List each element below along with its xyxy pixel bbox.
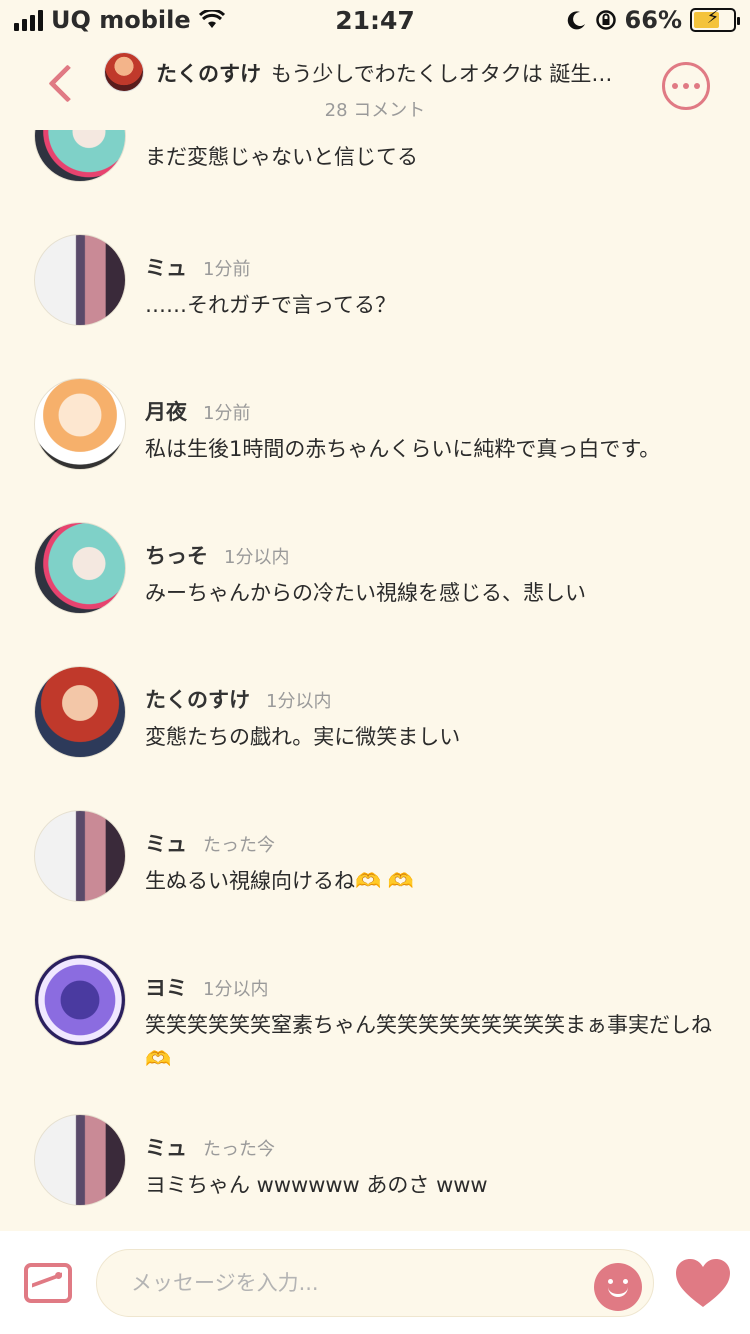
comment-meta: ヨミ 1分以内 xyxy=(145,972,268,1002)
stamp-button[interactable] xyxy=(594,1263,642,1311)
message-bar xyxy=(0,1231,750,1334)
thread-title: たくのすけ もう少しでわたくしオタクは 誕生… xyxy=(156,58,651,88)
thread-header: たくのすけ もう少しでわたくしオタクは 誕生… 28 コメント xyxy=(0,40,750,130)
moon-icon xyxy=(567,11,585,30)
avatar[interactable] xyxy=(34,954,126,1046)
avatar[interactable] xyxy=(34,130,126,182)
post-title: もう少しでわたくしオタクは 誕生… xyxy=(271,62,613,86)
avatar[interactable] xyxy=(34,810,126,902)
comment-meta: ミュ たった今 xyxy=(145,828,275,858)
comment-text: 私は生後1時間の赤ちゃんくらいに純粋で真っ白です。 xyxy=(145,437,661,461)
comment-time: 1分前 xyxy=(203,259,251,280)
avatar[interactable] xyxy=(34,234,126,326)
comment-meta: たくのすけ 1分以内 xyxy=(145,684,331,714)
rotation-lock-icon xyxy=(595,10,616,30)
comment-meta: ちっそ 1分以内 xyxy=(145,540,289,570)
avatar[interactable] xyxy=(34,666,126,758)
status-right: 66% ⚡ xyxy=(567,6,740,34)
comment-time: 1分以内 xyxy=(203,979,269,1000)
battery-icon: ⚡ xyxy=(690,7,740,32)
comment-meta: ミュ 1分前 xyxy=(145,252,250,282)
image-attach-button[interactable] xyxy=(24,1263,72,1303)
comment-text: 笑笑笑笑笑笑窒素ちゃん笑笑笑笑笑笑笑笑笑まぁ事実だしね🫶 xyxy=(145,1013,712,1071)
battery-percent: 66% xyxy=(624,6,682,34)
comment-meta: ミュ たった今 xyxy=(145,1132,275,1162)
comment-time: たった今 xyxy=(203,1139,275,1160)
author-avatar[interactable] xyxy=(104,52,144,92)
commenter-name[interactable]: ミュ xyxy=(145,1132,187,1162)
commenter-name[interactable]: ちっそ xyxy=(145,540,208,570)
comment-list[interactable]: まだ変態じゃないと信じてる ミュ 1分前 ……それガチで言ってる？ 月夜 1分前… xyxy=(0,130,750,1230)
comment-time: 1分以内 xyxy=(224,547,290,568)
commenter-name[interactable]: たくのすけ xyxy=(145,684,250,714)
more-options-button[interactable] xyxy=(662,62,710,110)
comment-text: まだ変態じゃないと信じてる xyxy=(145,145,418,169)
commenter-name[interactable]: 月夜 xyxy=(145,396,187,426)
heart-icon[interactable] xyxy=(674,1257,732,1309)
comment-text: 生ぬるい視線向けるね🫶 🫶 xyxy=(145,869,414,893)
message-input[interactable] xyxy=(96,1249,654,1317)
commenter-name[interactable]: ヨミ xyxy=(145,972,187,1002)
comment-count: 28 コメント xyxy=(324,100,426,121)
comment-text: みーちゃんからの冷たい視線を感じる、悲しい xyxy=(145,581,586,605)
comment-text: ……それガチで言ってる？ xyxy=(145,293,396,317)
comment-time: たった今 xyxy=(203,835,275,856)
avatar[interactable] xyxy=(34,522,126,614)
author-name[interactable]: たくのすけ xyxy=(156,62,261,86)
comment-time: 1分以内 xyxy=(266,691,332,712)
status-bar: UQ mobile 21:47 66% ⚡ xyxy=(0,0,750,40)
comment-time: 1分前 xyxy=(203,403,251,424)
comment-text: ヨミちゃん wwwwww あのさ www xyxy=(145,1173,488,1197)
comment-meta: 月夜 1分前 xyxy=(145,396,250,426)
comment-text: 変態たちの戯れ。実に微笑ましい xyxy=(145,725,461,749)
commenter-name[interactable]: ミュ xyxy=(145,252,187,282)
commenter-name[interactable]: ミュ xyxy=(145,828,187,858)
avatar[interactable] xyxy=(34,378,126,470)
avatar[interactable] xyxy=(34,1114,126,1206)
